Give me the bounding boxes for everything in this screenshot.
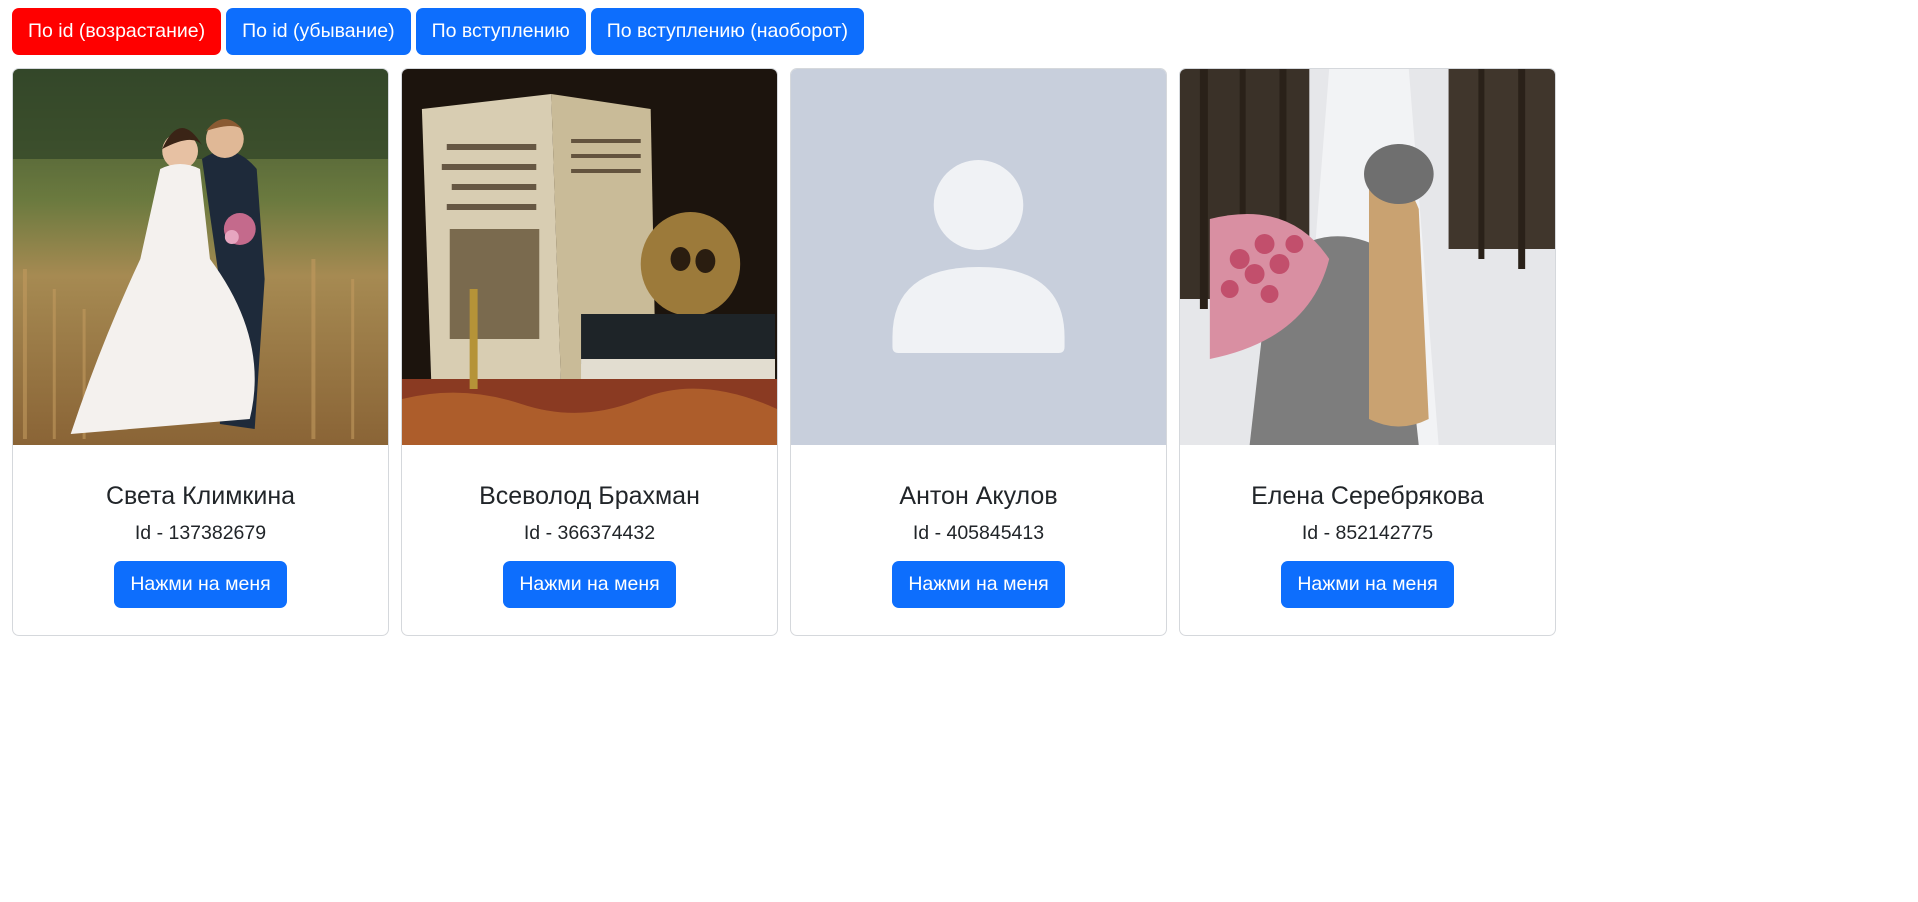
user-name: Елена Серебрякова — [1251, 482, 1484, 510]
user-name: Антон Акулов — [899, 482, 1058, 510]
sort-id-asc-button[interactable]: По id (возрастание) — [12, 8, 222, 55]
sort-joined-reverse-button[interactable]: По вступлению (наоборот) — [590, 8, 864, 55]
user-card: Елена Серебрякова Id - 852142775 Нажми н… — [1179, 68, 1556, 636]
card-body: Антон Акулов Id - 405845413 Нажми на мен… — [791, 445, 1166, 608]
user-card: Света Климкина Id - 137382679 Нажми на м… — [12, 68, 389, 636]
user-card: Всеволод Брахман Id - 366374432 Нажми на… — [401, 68, 778, 636]
sort-id-desc-button[interactable]: По id (убывание) — [226, 8, 411, 55]
card-body: Света Климкина Id - 137382679 Нажми на м… — [13, 445, 388, 608]
user-card: Антон Акулов Id - 405845413 Нажми на мен… — [790, 68, 1167, 636]
wedding-couple-photo — [13, 69, 388, 445]
default-avatar-placeholder — [791, 69, 1166, 445]
user-id: Id - 852142775 — [1301, 522, 1434, 544]
user-card-list: Света Климкина Id - 137382679 Нажми на м… — [12, 68, 1556, 636]
user-name: Всеволод Брахман — [479, 482, 700, 510]
user-id: Id - 405845413 — [912, 522, 1045, 544]
card-body: Елена Серебрякова Id - 852142775 Нажми н… — [1180, 445, 1555, 608]
sort-joined-button[interactable]: По вступлению — [415, 8, 586, 55]
card-body: Всеволод Брахман Id - 366374432 Нажми на… — [402, 445, 777, 608]
card-action-button[interactable]: Нажми на меня — [114, 561, 287, 608]
card-action-button[interactable]: Нажми на меня — [503, 561, 676, 608]
user-id: Id - 137382679 — [134, 522, 267, 544]
card-action-button[interactable]: Нажми на меня — [1281, 561, 1454, 608]
user-id: Id - 366374432 — [523, 522, 656, 544]
user-name: Света Климкина — [105, 482, 296, 510]
girl-with-roses-winter-photo — [1180, 69, 1555, 445]
sort-toolbar: По id (возрастание) По id (убывание) По … — [12, 8, 864, 55]
card-action-button[interactable]: Нажми на меня — [892, 561, 1065, 608]
vanitas-still-life-photo — [402, 69, 777, 445]
